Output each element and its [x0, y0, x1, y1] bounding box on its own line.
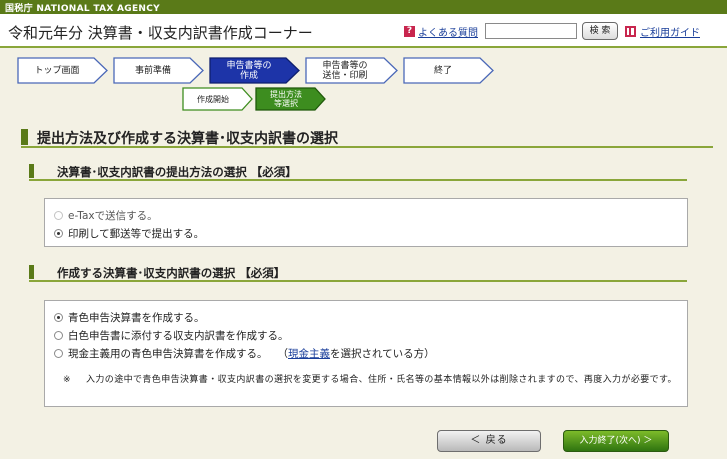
- option-cash-basis[interactable]: 現金主義用の青色申告決算書を作成する。 （現金主義 を選択されている方）: [54, 346, 435, 360]
- option-blue-return[interactable]: 青色申告決算書を作成する。: [54, 310, 205, 324]
- page-title: 令和元年分 決算書・収支内訳書作成コーナー: [8, 24, 313, 42]
- option-cash-basis-label: 現金主義用の青色申告決算書を作成する。: [68, 347, 268, 360]
- substep-label: 提出方法 等選択: [270, 90, 302, 108]
- submission-method-box: e-Taxで送信する。 印刷して郵送等で提出する。: [44, 198, 688, 247]
- step-finish: 終了: [403, 57, 495, 84]
- section-heading-text: 提出方法及び作成する決算書･収支内訳書の選択: [37, 131, 338, 147]
- document-type-box: 青色申告決算書を作成する。 白色申告書に添付する収支内訳書を作成する。 現金主義…: [44, 300, 688, 407]
- substep-start: 作成開始: [182, 87, 254, 111]
- search-button[interactable]: 検 索: [582, 22, 618, 40]
- step-top-page: トップ画面: [17, 57, 109, 84]
- substep-label: 作成開始: [197, 94, 229, 104]
- back-button[interactable]: ＜ 戻る: [437, 430, 541, 452]
- agency-banner: 国税庁 NATIONAL TAX AGENCY: [0, 0, 727, 14]
- cash-basis-link[interactable]: 現金主義: [288, 346, 330, 361]
- book-icon[interactable]: [625, 26, 636, 37]
- heading-bar: [29, 265, 34, 279]
- step-create-return: 申告書等の 作成: [209, 57, 301, 84]
- next-button[interactable]: 入力終了(次へ) ＞: [563, 430, 669, 452]
- heading-bar: [29, 164, 34, 178]
- step-label: トップ画面: [34, 65, 80, 76]
- radio-etax[interactable]: [54, 210, 63, 220]
- option-white-return[interactable]: 白色申告書に添付する収支内訳書を作成する。: [54, 328, 289, 342]
- option-blue-return-label: 青色申告決算書を作成する。: [68, 311, 205, 324]
- step-preparation: 事前準備: [113, 57, 205, 84]
- option-etax[interactable]: e-Taxで送信する。: [54, 208, 158, 222]
- note-text: 入力の途中で青色申告決算書・収支内訳書の選択を変更する場合、住所・氏名等の基本情…: [86, 375, 677, 385]
- step-label: 申告書等の 送信・印刷: [322, 60, 368, 81]
- document-type-heading: 作成する決算書･収支内訳書の選択 【必須】: [29, 264, 687, 282]
- search-input[interactable]: [485, 23, 577, 39]
- step-label: 終了: [433, 65, 452, 76]
- radio-print-mail[interactable]: [54, 228, 63, 238]
- submission-method-heading-text: 決算書･収支内訳書の提出方法の選択 【必須】: [57, 165, 297, 179]
- guide-link[interactable]: ご利用ガイド: [640, 24, 700, 39]
- cash-basis-note-suffix: を選択されている方）: [330, 347, 435, 360]
- option-etax-label: e-Taxで送信する。: [68, 209, 158, 222]
- document-type-heading-text: 作成する決算書･収支内訳書の選択 【必須】: [57, 266, 286, 280]
- change-warning-note: ※ 入力の途中で青色申告決算書・収支内訳書の選択を変更する場合、住所・氏名等の基…: [63, 374, 678, 386]
- heading-bar: [21, 129, 28, 145]
- note-mark: ※: [63, 375, 71, 385]
- option-print-mail[interactable]: 印刷して郵送等で提出する。: [54, 226, 204, 240]
- step-label: 申告書等の 作成: [226, 60, 272, 81]
- question-icon[interactable]: ?: [404, 26, 415, 37]
- radio-blue-return[interactable]: [54, 312, 63, 322]
- header: 令和元年分 決算書・収支内訳書作成コーナー ? よくある質問 検 索 ご利用ガイ…: [0, 14, 727, 48]
- cash-basis-note-prefix: （: [277, 347, 289, 360]
- faq-link[interactable]: よくある質問: [418, 24, 478, 39]
- option-print-mail-label: 印刷して郵送等で提出する。: [68, 227, 205, 240]
- radio-white-return[interactable]: [54, 330, 63, 340]
- progress-steps: トップ画面 事前準備 申告書等の 作成 申告書等の 送信・印刷 終了 作成開始: [0, 50, 727, 118]
- step-send-print: 申告書等の 送信・印刷: [305, 57, 399, 84]
- step-label: 事前準備: [134, 65, 171, 76]
- substep-method-selection: 提出方法 等選択: [255, 87, 327, 111]
- agency-name: 国税庁 NATIONAL TAX AGENCY: [5, 4, 160, 14]
- submission-method-heading: 決算書･収支内訳書の提出方法の選択 【必須】: [29, 163, 687, 181]
- section-heading: 提出方法及び作成する決算書･収支内訳書の選択: [21, 127, 713, 148]
- radio-cash-basis[interactable]: [54, 348, 63, 358]
- option-white-return-label: 白色申告書に添付する収支内訳書を作成する。: [68, 329, 289, 342]
